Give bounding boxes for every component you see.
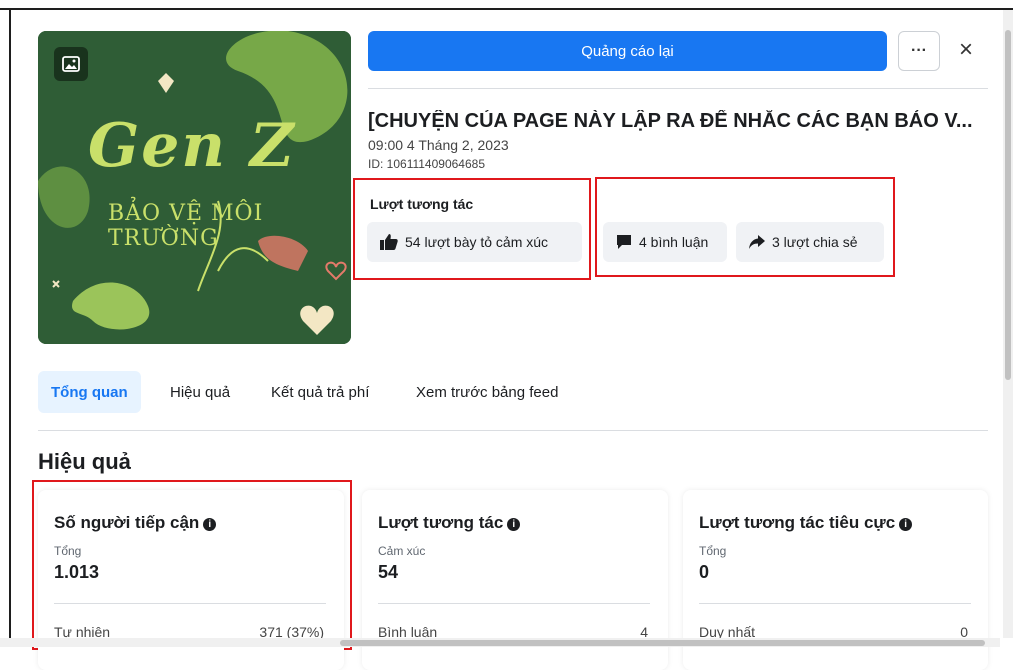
- card-divider: [378, 603, 650, 604]
- close-button[interactable]: ×: [952, 36, 980, 64]
- card-title: Lượt tương tác tiêu cực i: [699, 513, 913, 533]
- post-title: [CHUYỆN CỦA PAGE NÀY LẬP RA ĐỂ NHẮC CÁC …: [368, 110, 973, 132]
- card-title-text: Số người tiếp cận: [54, 513, 200, 532]
- vertical-scrollbar-thumb[interactable]: [1005, 30, 1011, 380]
- card-value: 1.013: [54, 562, 100, 582]
- card-title: Lượt tương tác i: [378, 513, 521, 533]
- card-subtitle: Tổng: [699, 544, 727, 558]
- highlight-box-interactions: [353, 178, 591, 280]
- post-thumbnail[interactable]: Gen Z BẢO VỆ MÔI TRƯỜNG: [38, 31, 351, 344]
- tab-paid-results[interactable]: Kết quả trả phí: [271, 371, 369, 413]
- card-title-text: Lượt tương tác tiêu cực: [699, 513, 896, 532]
- post-date: 09:00 4 Tháng 2, 2023: [368, 137, 509, 153]
- photo-icon: [54, 47, 88, 81]
- card-value: 0: [699, 562, 710, 582]
- tab-feed-preview[interactable]: Xem trước bảng feed: [416, 371, 558, 413]
- more-options-button[interactable]: ···: [898, 31, 940, 71]
- horizontal-scrollbar-thumb[interactable]: [340, 640, 985, 646]
- window-left-border: [9, 8, 11, 647]
- tabs-divider: [38, 430, 988, 431]
- boost-again-button[interactable]: Quảng cáo lại: [368, 31, 887, 71]
- info-icon[interactable]: i: [899, 518, 913, 531]
- card-subtitle: Tổng: [54, 544, 82, 558]
- tab-performance[interactable]: Hiệu quả: [170, 371, 230, 413]
- header-divider: [368, 88, 988, 89]
- section-title: Hiệu quả: [38, 449, 131, 474]
- thumbnail-title: Gen Z: [88, 111, 296, 181]
- window-top-border: [0, 8, 1013, 10]
- highlight-box-comments-shares: [595, 177, 895, 277]
- card-title-text: Lượt tương tác: [378, 513, 504, 532]
- info-icon[interactable]: i: [507, 518, 521, 531]
- card-title: Số người tiếp cận i: [54, 513, 217, 533]
- card-value: 54: [378, 562, 399, 582]
- card-subtitle: Cảm xúc: [378, 544, 426, 558]
- thumbnail-subtitle: BẢO VỆ MÔI TRƯỜNG: [108, 201, 264, 251]
- post-id: ID: 106111409064685: [368, 157, 485, 171]
- more-icon: ···: [911, 42, 927, 59]
- close-icon: ×: [958, 36, 973, 63]
- tab-overview[interactable]: Tổng quan: [38, 371, 141, 413]
- card-divider: [54, 603, 326, 604]
- info-icon[interactable]: i: [203, 518, 217, 531]
- card-divider: [699, 603, 971, 604]
